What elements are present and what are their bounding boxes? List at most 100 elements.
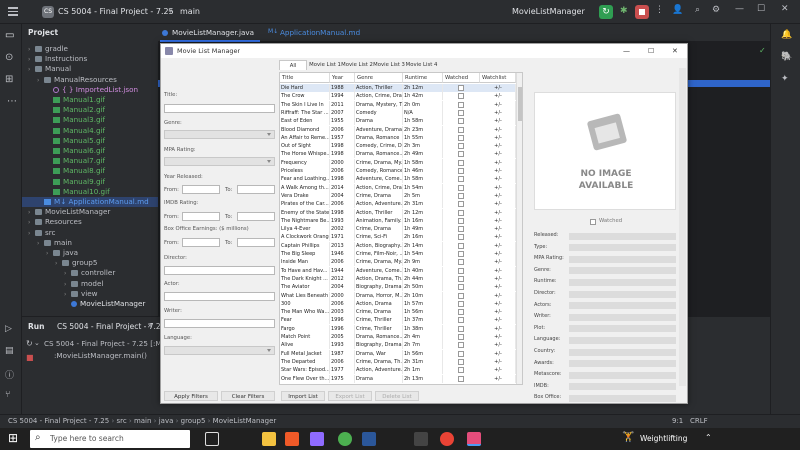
watched-checkbox[interactable] — [458, 284, 464, 291]
table-row[interactable]: A Walk Among th... 2014 Action, Crime, Dra… — [280, 183, 516, 192]
watched-checkbox[interactable] — [458, 118, 464, 125]
tree-item[interactable]: Manual6.gif — [46, 146, 105, 156]
watchlist-toggle-button[interactable]: +/- — [480, 316, 516, 325]
watchlist-toggle-button[interactable]: +/- — [480, 125, 516, 134]
watchlist-toggle-button[interactable]: +/- — [480, 308, 516, 317]
tree-item[interactable]: › Resources — [28, 217, 82, 227]
watchlist-toggle-button[interactable]: +/- — [480, 333, 516, 341]
table-row[interactable]: Enemy of the State 1998 Action, Thriller 2h… — [280, 208, 516, 217]
table-row[interactable]: 300 2006 Action, Drama 1h 57m +/- — [280, 299, 516, 308]
expand-arrow-icon[interactable]: › — [37, 76, 44, 86]
table-row[interactable]: East of Eden 1955 Drama 1h 58m +/- — [280, 117, 516, 126]
word-icon[interactable] — [362, 432, 376, 446]
tree-item[interactable]: › main — [37, 238, 72, 248]
imdb-from-input[interactable] — [182, 212, 220, 221]
watchlist-toggle-button[interactable]: +/- — [480, 92, 516, 101]
watched-checkbox[interactable] — [458, 217, 464, 224]
terminal-icon[interactable] — [414, 432, 428, 446]
explorer-icon[interactable] — [262, 432, 276, 446]
watched-checkbox[interactable] — [458, 275, 464, 282]
watched-checkbox[interactable] — [458, 209, 464, 216]
project-tool-icon[interactable]: ▭ — [5, 30, 14, 41]
tree-item[interactable]: › src — [28, 228, 56, 238]
watched-checkbox[interactable] — [458, 93, 464, 100]
watched-checkbox[interactable] — [458, 375, 464, 382]
watchlist-toggle-button[interactable]: +/- — [480, 299, 516, 308]
watchlist-toggle-button[interactable]: +/- — [480, 357, 516, 366]
table-row[interactable]: The Dark Knight ... 2012 Action, Drama, Th… — [280, 274, 516, 283]
tree-item[interactable]: Manual8.gif — [46, 166, 105, 176]
table-row[interactable]: Vera Drake 2004 Crime, Drama 2h 5m +/- — [280, 191, 516, 200]
watchlist-toggle-button[interactable]: +/- — [480, 283, 516, 292]
stop-small-icon[interactable]: ■ — [26, 353, 34, 362]
mpa-filter-select[interactable] — [164, 157, 275, 166]
table-row[interactable]: The Big Sleep 1946 Crime, Film-Noir, ... 1h… — [280, 250, 516, 258]
table-row[interactable]: Lilya 4-Ever 2002 Crime, Drama 1h 49m +/- — [280, 225, 516, 234]
table-row[interactable]: Fear 1996 Crime, Thriller 1h 37m +/- — [280, 316, 516, 325]
project-name[interactable]: CS 5004 - Final Project - 7.25 — [58, 7, 174, 16]
watched-checkbox[interactable] — [458, 292, 464, 299]
table-row[interactable]: Blood Diamond 2006 Adventure, Drama... 2h 2… — [280, 125, 516, 134]
watchlist-toggle-button[interactable]: +/- — [480, 233, 516, 242]
brave-icon[interactable] — [285, 432, 299, 446]
proton-icon[interactable] — [310, 432, 324, 446]
breadcrumb-item[interactable]: java — [159, 417, 174, 425]
search-icon[interactable]: ⌕ — [695, 5, 700, 15]
run-tab[interactable]: CS 5004 - Final Project - 7.25 ... — [57, 322, 175, 331]
window-scrollbar[interactable] — [679, 68, 686, 386]
watched-checkbox[interactable] — [458, 159, 464, 166]
ide-menu-icon[interactable] — [8, 7, 18, 17]
watchlist-toggle-button[interactable]: +/- — [480, 84, 516, 92]
commit-tool-icon[interactable]: ⊙ — [5, 52, 13, 63]
watchlist-toggle-button[interactable]: +/- — [480, 133, 516, 142]
watchlist-toggle-button[interactable]: +/- — [480, 167, 516, 175]
watched-checkbox[interactable] — [458, 267, 464, 274]
watchlist-toggle-button[interactable]: +/- — [480, 183, 516, 192]
watchlist-toggle-button[interactable]: +/- — [480, 216, 516, 225]
expand-arrow-icon[interactable]: ⌄ — [34, 339, 40, 347]
table-row[interactable]: A Clockwork Orange 1971 Crime, Sci-Fi 2h 16… — [280, 233, 516, 242]
taskbar-search-box[interactable]: ⌕ Type here to search — [30, 430, 190, 448]
watched-checkbox[interactable] — [458, 367, 464, 374]
more-icon[interactable]: ⋮ — [655, 5, 664, 15]
scrollbar-thumb[interactable] — [518, 87, 522, 121]
tab-movielistmanager-java[interactable]: MovieListManager.java — [160, 24, 260, 42]
collab-icon[interactable]: 👤 — [672, 5, 683, 15]
table-row[interactable]: The Horse Whispe... 1998 Drama, Romance...… — [280, 150, 516, 159]
table-row[interactable]: Captain Phillips 2013 Action, Biography...… — [280, 241, 516, 250]
tree-item[interactable]: › java — [46, 248, 78, 258]
gradle-icon[interactable]: 🐘 — [781, 52, 792, 62]
delete-list-button[interactable]: Delete List — [375, 391, 419, 401]
table-row[interactable]: What Lies Beneath 2000 Drama, Horror, M...… — [280, 291, 516, 300]
column-header-watchlist[interactable]: Watchlist — [480, 73, 516, 83]
column-header-title[interactable]: Title — [280, 73, 330, 83]
column-header-year[interactable]: Year — [330, 73, 355, 83]
watchlist-toggle-button[interactable]: +/- — [480, 274, 516, 283]
watchlist-toggle-button[interactable]: +/- — [480, 150, 516, 159]
maximize-icon[interactable]: ☐ — [757, 4, 765, 14]
table-row[interactable]: Frequency 2000 Crime, Drama, My... 1h 58m +/… — [280, 158, 516, 167]
terminal-tool-icon[interactable]: ▤ — [5, 346, 14, 356]
table-row[interactable]: The Nightmare Be... 1993 Animation, Family… — [280, 216, 516, 225]
tree-item[interactable]: Manual2.gif — [46, 105, 105, 115]
column-header-runtime[interactable]: Runtime — [403, 73, 443, 83]
watched-checkbox[interactable] — [458, 317, 464, 324]
debug-icon[interactable]: ✱ — [620, 6, 628, 16]
watched-checkbox[interactable] — [458, 85, 464, 91]
watched-checkbox[interactable] — [458, 350, 464, 357]
watched-checkbox[interactable] — [458, 192, 464, 199]
watchlist-toggle-button[interactable]: +/- — [480, 266, 516, 275]
breadcrumb-item[interactable]: group5 — [181, 417, 206, 425]
watched-checkbox[interactable] — [458, 143, 464, 150]
table-row[interactable]: Fear and Loathing... 1998 Adventure, Come.… — [280, 175, 516, 184]
watched-checkbox[interactable] — [458, 168, 464, 174]
table-row[interactable]: One Flew Over th... 1975 Drama 2h 13m +/- — [280, 374, 516, 383]
watchlist-toggle-button[interactable]: +/- — [480, 374, 516, 383]
watchlist-toggle-button[interactable]: +/- — [480, 341, 516, 350]
watchlist-toggle-button[interactable]: +/- — [480, 191, 516, 200]
table-row[interactable]: Die Hard 1988 Action, Thriller 2h 12m +/- — [280, 84, 516, 92]
tab-movie-list-3[interactable]: Movie List 3 — [373, 60, 405, 70]
watched-checkbox[interactable] — [458, 309, 464, 316]
expand-arrow-icon[interactable]: › — [28, 229, 35, 239]
app-minimize-icon[interactable]: — — [623, 44, 630, 58]
